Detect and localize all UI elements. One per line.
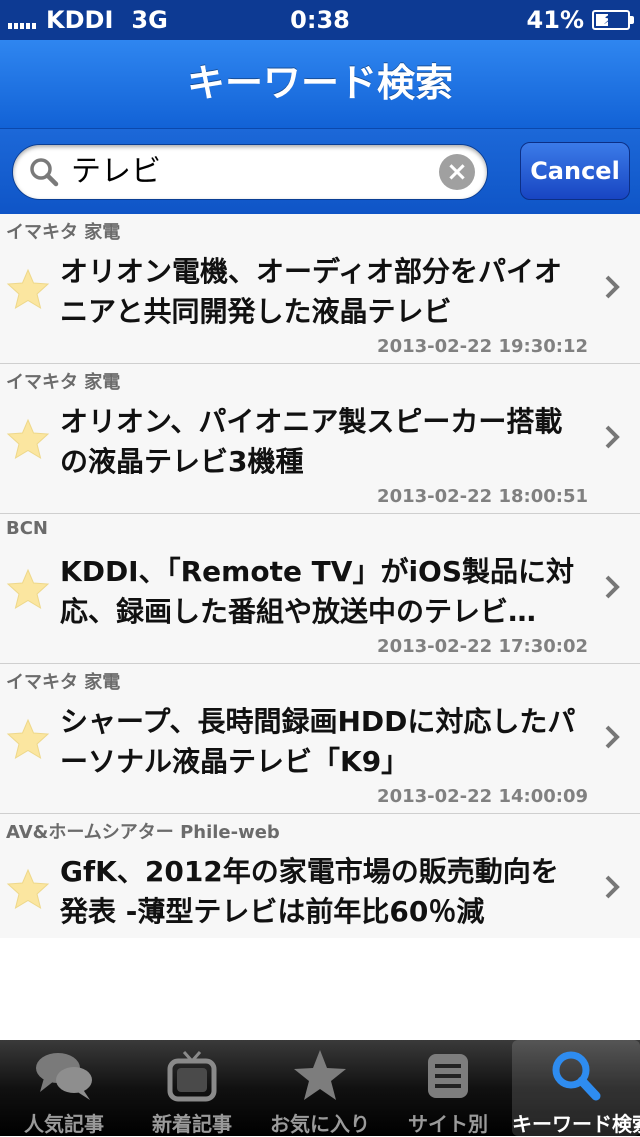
article-date: 2013-02-22 18:00:51: [377, 486, 588, 507]
tab-keyword-search[interactable]: キーワード検索: [512, 1040, 640, 1136]
chevron-right-icon: [605, 275, 620, 299]
page-title: キーワード検索: [186, 61, 453, 105]
tab-bar: 人気記事 新着記事 お気に入り サイト別 キーワード検索: [0, 1040, 640, 1136]
tab-sites[interactable]: サイト別: [384, 1040, 512, 1136]
chevron-right-icon: [605, 875, 620, 899]
list-icon: [428, 1054, 468, 1098]
navigation-bar: キーワード検索: [0, 40, 640, 129]
tv-icon: [167, 1051, 217, 1102]
favorite-star-icon[interactable]: [6, 568, 50, 610]
article-date: 2013-02-22 14:00:09: [377, 786, 588, 807]
chevron-right-icon: [605, 725, 620, 749]
chevron-right-icon: [605, 425, 620, 449]
article-date: 2013-02-22 19:30:12: [377, 336, 588, 357]
battery-percent: 41%: [526, 6, 584, 34]
results-list: イマキタ 家電 オリオン電機、オーディオ部分をパイオニアと共同開発した液晶テレビ…: [0, 214, 640, 938]
favorite-star-icon[interactable]: [6, 718, 50, 760]
list-item[interactable]: イマキタ 家電 オリオン電機、オーディオ部分をパイオニアと共同開発した液晶テレビ…: [0, 214, 640, 364]
article-source: BCN: [6, 518, 48, 539]
favorite-star-icon[interactable]: [6, 418, 50, 460]
search-icon: [30, 158, 59, 187]
list-item[interactable]: AV&ホームシアター Phile-web GfK、2012年の家電市場の販売動向…: [0, 814, 640, 938]
article-title: シャープ、長時間録画HDDに対応したパーソナル液晶テレビ「K9」: [60, 705, 576, 778]
magnifier-icon: [552, 1051, 601, 1101]
battery-icon: ⚡: [592, 9, 634, 30]
cancel-button[interactable]: Cancel: [520, 142, 630, 200]
article-title: GfK、2012年の家電市場の販売動向を発表 -薄型テレビは前年比60％減: [60, 855, 559, 928]
article-title: オリオン、パイオニア製スピーカー搭載の液晶テレビ3機種: [60, 405, 563, 478]
article-title: オリオン電機、オーディオ部分をパイオニアと共同開発した液晶テレビ: [60, 255, 563, 328]
tab-label: サイト別: [408, 1112, 488, 1136]
article-title: KDDI、「Remote TV」がiOS製品に対応、録画した番組や放送中のテレビ…: [60, 555, 575, 628]
list-item[interactable]: イマキタ 家電 オリオン、パイオニア製スピーカー搭載の液晶テレビ3機種 2013…: [0, 364, 640, 514]
article-source: イマキタ 家電: [6, 672, 121, 693]
search-bar: テレビ × Cancel: [0, 129, 640, 214]
list-item[interactable]: BCN KDDI、「Remote TV」がiOS製品に対応、録画した番組や放送中…: [0, 514, 640, 664]
tab-label: お気に入り: [270, 1112, 370, 1136]
tab-label: 新着記事: [152, 1112, 232, 1136]
clear-icon[interactable]: ×: [439, 154, 475, 190]
article-date: 2013-02-22 17:30:02: [377, 636, 588, 657]
tab-label: 人気記事: [24, 1112, 104, 1136]
charging-icon: ⚡: [603, 9, 615, 28]
article-source: イマキタ 家電: [6, 222, 121, 243]
favorite-star-icon[interactable]: [6, 868, 50, 910]
star-icon: [294, 1050, 346, 1100]
tab-popular[interactable]: 人気記事: [0, 1040, 128, 1136]
status-bar: KDDI 3G 0:38 41% ⚡: [0, 0, 640, 40]
chevron-right-icon: [605, 575, 620, 599]
list-item[interactable]: イマキタ 家電 シャープ、長時間録画HDDに対応したパーソナル液晶テレビ「K9」…: [0, 664, 640, 814]
search-input-value[interactable]: テレビ: [71, 145, 161, 199]
tab-favorites[interactable]: お気に入り: [256, 1040, 384, 1136]
tab-label: キーワード検索: [512, 1112, 640, 1136]
speech-bubbles-icon: [36, 1053, 92, 1100]
tab-new[interactable]: 新着記事: [128, 1040, 256, 1136]
search-input[interactable]: テレビ ×: [12, 144, 488, 200]
article-source: AV&ホームシアター Phile-web: [6, 822, 280, 843]
status-right: 41% ⚡: [526, 6, 634, 34]
favorite-star-icon[interactable]: [6, 268, 50, 310]
article-source: イマキタ 家電: [6, 372, 121, 393]
